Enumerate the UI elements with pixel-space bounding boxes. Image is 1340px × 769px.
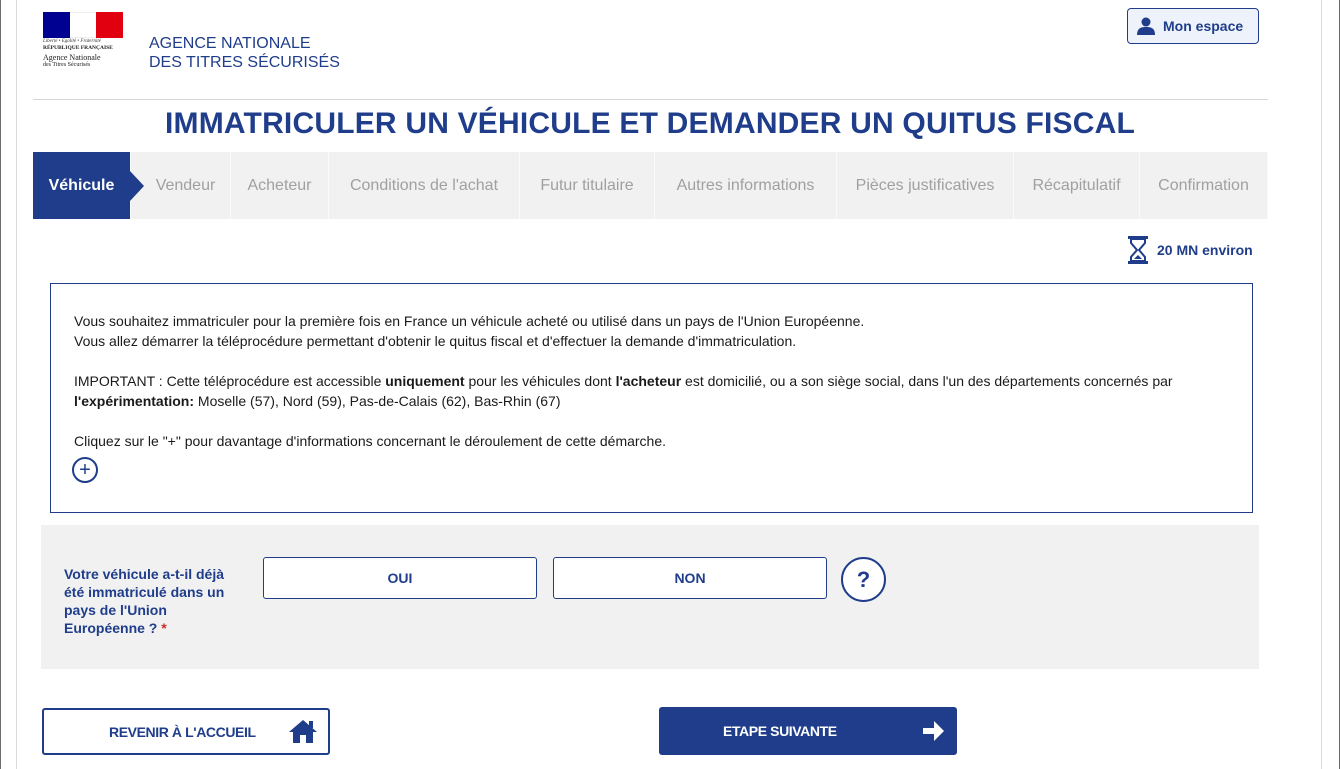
user-icon <box>1137 17 1155 35</box>
logo-agency-line2: des Titres Sécurisés <box>43 62 91 68</box>
step-label: Autres informations <box>676 176 815 194</box>
header-divider <box>33 99 1268 100</box>
info-line-1: Vous souhaitez immatriculer pour la prem… <box>74 313 865 329</box>
step-label: Vendeur <box>155 176 216 194</box>
logo-agency-line1: Agence Nationale <box>43 53 101 62</box>
ants-logo[interactable]: Liberté • Égalité • Fraternité RÉPUBLIQU… <box>43 12 125 90</box>
step-pieces-justificatives[interactable]: Pièces justificatives <box>837 152 1014 219</box>
my-space-button[interactable]: Mon espace <box>1127 8 1259 44</box>
important-departments: Moselle (57), Nord (59), Pas-de-Calais (… <box>194 393 561 409</box>
logo-republic: RÉPUBLIQUE FRANÇAISE <box>43 45 113 51</box>
important-bold-experimentation: l'expérimentation: <box>74 393 195 409</box>
no-button[interactable]: NON <box>553 557 827 599</box>
progress-steps: Véhicule Vendeur Acheteur Conditions de … <box>33 152 1268 219</box>
info-important: IMPORTANT : Cette téléprocédure est acce… <box>74 371 1229 391</box>
home-icon <box>289 720 317 743</box>
step-label: Confirmation <box>1158 176 1249 194</box>
step-label: Conditions de l'achat <box>349 176 499 194</box>
question-label: Votre véhicule a-t-il déjà été immatricu… <box>64 565 234 637</box>
important-text: est domicilié, ou a son siège social, da… <box>681 373 1173 389</box>
step-acheteur[interactable]: Acheteur <box>231 152 329 219</box>
info-box: Vous souhaitez immatriculer pour la prem… <box>50 283 1253 513</box>
flag-white <box>69 12 97 38</box>
important-bold-acheteur: l'acheteur <box>615 373 682 389</box>
next-label: ETAPE SUIVANTE <box>723 723 837 739</box>
important-bold-uniquement: uniquement <box>385 373 465 389</box>
back-to-home-button[interactable]: REVENIR À L'ACCUEIL <box>42 708 330 755</box>
agency-name-line1: AGENCE NATIONALE <box>149 35 311 52</box>
info-more-hint: Cliquez sur le "+" pour davantage d'info… <box>74 433 667 449</box>
step-autres-informations[interactable]: Autres informations <box>655 152 837 219</box>
next-step-button[interactable]: ETAPE SUIVANTE <box>659 707 957 755</box>
yes-label: OUI <box>387 570 413 586</box>
agency-name-line2: DES TITRES SÉCURISÉS <box>149 54 340 71</box>
agency-name: AGENCE NATIONALE DES TITRES SÉCURISÉS <box>149 34 340 72</box>
arrow-right-icon <box>923 721 944 741</box>
plus-icon: + <box>79 459 91 481</box>
right-edge-line <box>1321 0 1322 769</box>
step-label: Récapitulatif <box>1032 176 1121 194</box>
step-vendeur[interactable]: Vendeur <box>131 152 231 219</box>
back-label: REVENIR À L'ACCUEIL <box>109 723 256 740</box>
duration-estimate: 20 MN environ <box>1127 235 1253 265</box>
duration-label: 20 MN environ <box>1157 242 1253 258</box>
yes-button[interactable]: OUI <box>263 557 537 599</box>
help-button[interactable]: ? <box>841 557 886 602</box>
step-label: Véhicule <box>48 176 115 194</box>
expand-info-button[interactable]: + <box>72 457 98 483</box>
step-confirmation[interactable]: Confirmation <box>1140 152 1268 219</box>
step-label: Acheteur <box>247 176 312 194</box>
step-vehicule[interactable]: Véhicule <box>33 152 144 219</box>
flag-blue <box>43 12 70 38</box>
step-futur-titulaire[interactable]: Futur titulaire <box>520 152 655 219</box>
hourglass-icon <box>1128 236 1148 264</box>
important-text: IMPORTANT : Cette téléprocédure est acce… <box>74 373 386 389</box>
marianne-flag <box>43 12 124 38</box>
my-space-label: Mon espace <box>1163 18 1244 34</box>
required-mark: * <box>161 620 167 636</box>
no-label: NON <box>674 570 706 586</box>
step-recapitulatif[interactable]: Récapitulatif <box>1014 152 1140 219</box>
step-label: Pièces justificatives <box>855 176 995 194</box>
step-label: Futur titulaire <box>540 176 634 194</box>
important-text: pour les véhicules dont <box>464 373 616 389</box>
question-text: Votre véhicule a-t-il déjà été immatricu… <box>64 566 225 636</box>
question-panel: Votre véhicule a-t-il déjà été immatricu… <box>41 525 1259 669</box>
info-important-2: l'expérimentation: Moselle (57), Nord (5… <box>74 391 1229 411</box>
logo-motto: Liberté • Égalité • Fraternité <box>43 39 101 44</box>
info-line-2: Vous allez démarrer la téléprocédure per… <box>74 333 797 349</box>
question-mark-icon: ? <box>856 566 871 592</box>
step-conditions[interactable]: Conditions de l'achat <box>329 152 520 219</box>
page-title: IMMATRICULER UN VÉHICULE ET DEMANDER UN … <box>164 107 1136 140</box>
flag-red <box>96 12 124 38</box>
